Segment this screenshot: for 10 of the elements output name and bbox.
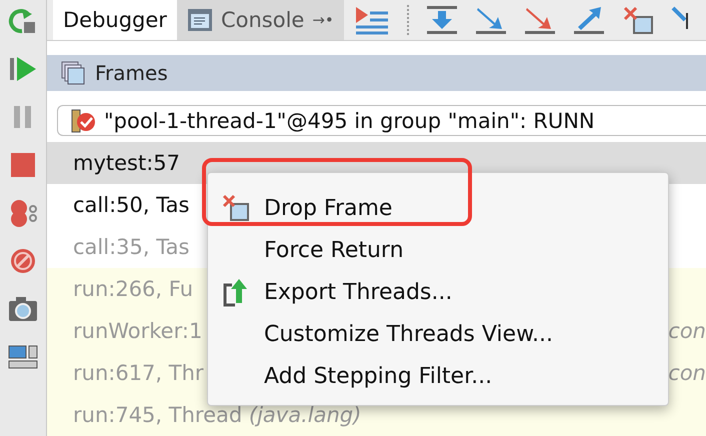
menu-item[interactable]: Customize Threads View... (208, 313, 668, 355)
menu-item[interactable]: Force Return (208, 229, 668, 271)
frames-title: Frames (95, 61, 168, 86)
menu-item[interactable]: Add Stepping Filter... (208, 355, 668, 397)
menu-item[interactable]: Export Threads... (208, 271, 668, 313)
tab[interactable]: Debugger (53, 0, 177, 40)
tab[interactable]: Console →• (176, 0, 344, 40)
thread-dropdown[interactable]: "pool-1-thread-1"@495 in group "main": RUNN (57, 105, 706, 136)
pin-icon[interactable]: →• (312, 11, 334, 29)
menu-item[interactable]: Drop Frame (208, 187, 668, 229)
